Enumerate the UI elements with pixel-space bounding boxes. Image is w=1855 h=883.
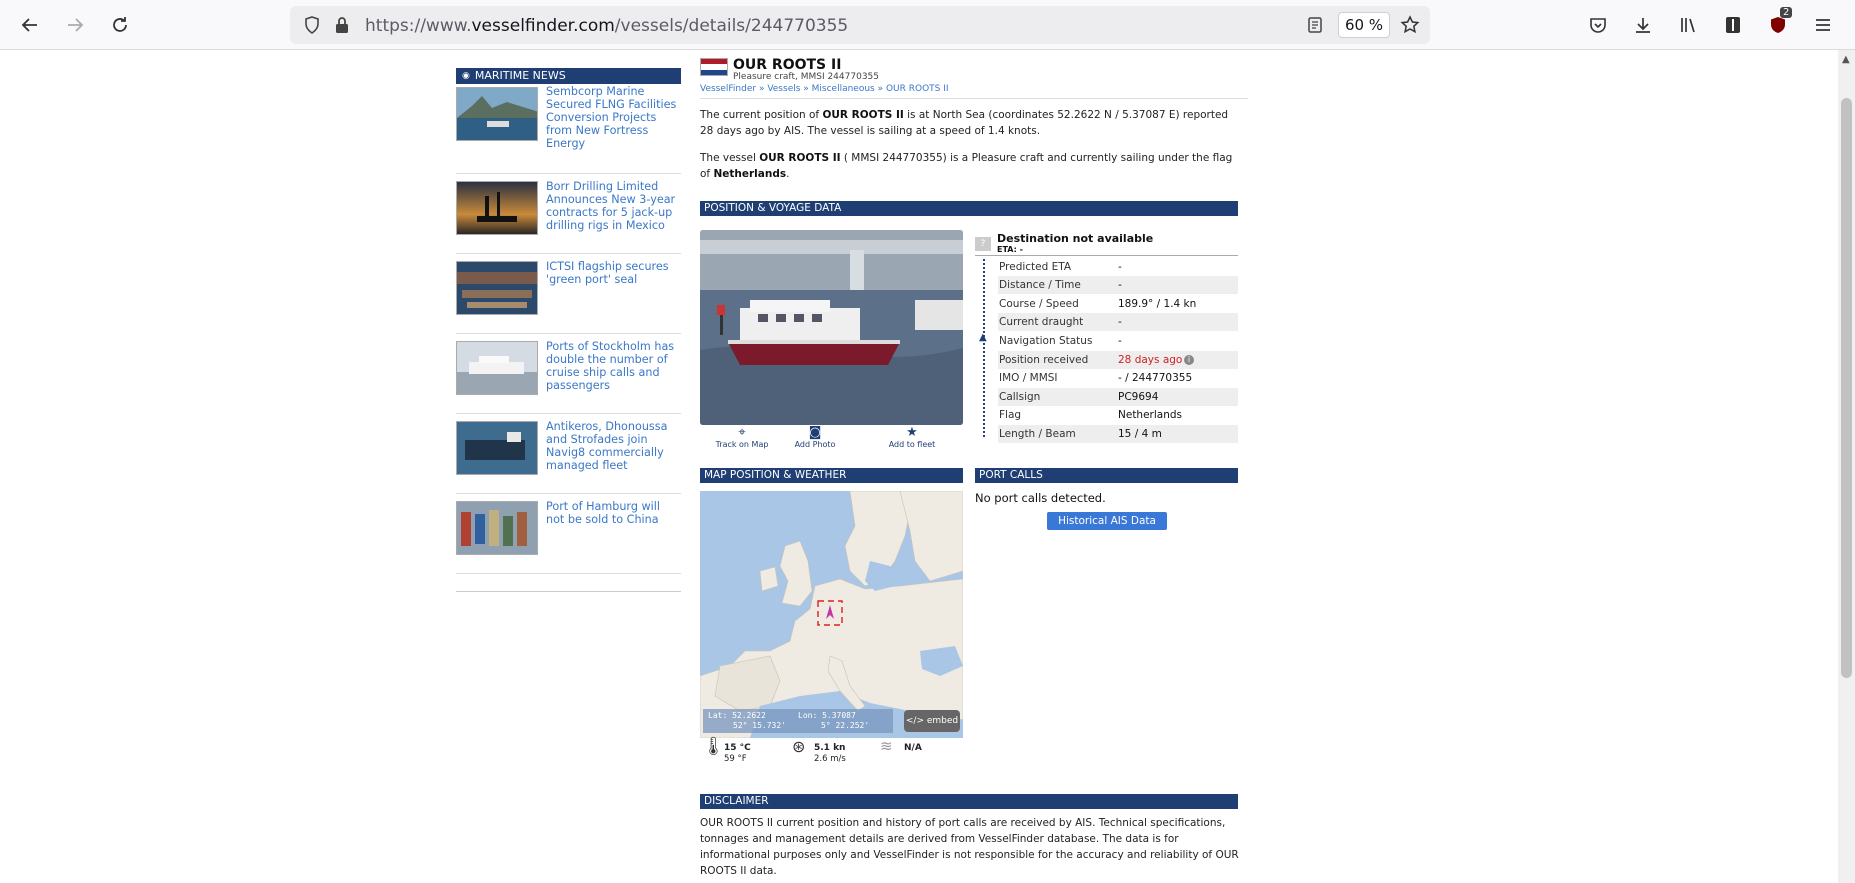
row-navigation-status: Navigation Status - xyxy=(999,335,1122,347)
row-length-beam: Length / Beam 15 / 4 m xyxy=(998,425,1238,443)
info-icon[interactable]: i xyxy=(1184,355,1194,365)
port-calls-text: No port calls detected. xyxy=(975,491,1106,505)
historical-ais-data-button[interactable]: Historical AIS Data xyxy=(1047,512,1167,530)
row-position-received: Position received 28 days ago i xyxy=(998,351,1238,369)
reader-view-icon[interactable] xyxy=(1305,15,1325,35)
news-sidebar: ◉ MARITIME NEWS Sembcorp Marine Secured … xyxy=(456,68,681,592)
row-flag: Flag Netherlands xyxy=(999,409,1183,421)
menu-icon[interactable] xyxy=(1807,9,1839,41)
zoom-level-badge[interactable]: 60 % xyxy=(1338,12,1390,38)
scroll-up-icon[interactable]: ▲ xyxy=(1842,54,1850,65)
disclaimer-header: DISCLAIMER xyxy=(700,794,1238,809)
library-icon[interactable] xyxy=(1672,9,1704,41)
destination-title: Destination not available xyxy=(997,232,1154,245)
news-title[interactable]: Antikeros, Dhonoussa and Strofades join … xyxy=(546,420,681,472)
scroll-thumb[interactable] xyxy=(1841,98,1852,678)
reload-icon[interactable] xyxy=(104,9,136,41)
news-thumbnail[interactable] xyxy=(456,261,538,315)
bitwarden-icon[interactable] xyxy=(1717,9,1749,41)
news-thumbnail[interactable] xyxy=(456,181,538,235)
news-title[interactable]: Ports of Stockholm has double the number… xyxy=(546,340,681,392)
breadcrumb[interactable]: VesselFinder » Vessels » Miscellaneous »… xyxy=(700,84,949,94)
url-text[interactable]: https://www.vesselfinder.com/vessels/det… xyxy=(365,16,848,36)
vessel-summary: The vessel OUR ROOTS II ( MMSI 244770355… xyxy=(700,152,1233,180)
divider xyxy=(975,255,1238,256)
map-pin-icon: ⌖ xyxy=(738,425,746,440)
news-title[interactable]: Borr Drilling Limited Announces New 3-ye… xyxy=(546,180,681,232)
pocket-icon[interactable] xyxy=(1582,9,1614,41)
embed-button[interactable]: </> embed xyxy=(904,710,960,732)
news-thumbnail[interactable] xyxy=(456,341,538,395)
sidebar-divider xyxy=(456,574,681,592)
vessel-name: OUR ROOTS II xyxy=(733,57,842,73)
waves-icon: ≋ xyxy=(880,737,893,755)
row-imo-mmsi: IMO / MMSI - / 244770355 xyxy=(999,372,1193,384)
voyage-track-line xyxy=(983,259,985,437)
unknown-destination-icon: ? xyxy=(975,237,991,251)
port-calls-header: PORT CALLS xyxy=(975,468,1238,483)
star-icon: ★ xyxy=(906,425,918,440)
vessel-subtitle: Pleasure craft, MMSI 244770355 xyxy=(733,72,879,82)
row-course-speed: Course / Speed 189.9° / 1.4 kn xyxy=(999,298,1197,310)
news-title[interactable]: Sembcorp Marine Secured FLNG Facilities … xyxy=(546,85,681,150)
url-bar[interactable]: https://www.vesselfinder.com/vessels/det… xyxy=(290,6,1430,44)
row-distance-time: Distance / Time - xyxy=(998,276,1238,294)
back-icon[interactable] xyxy=(14,9,46,41)
ublock-icon[interactable]: 2 xyxy=(1762,7,1794,41)
news-item[interactable]: Sembcorp Marine Secured FLNG Facilities … xyxy=(456,84,681,174)
destination-eta: ETA: - xyxy=(997,245,1023,254)
news-item[interactable]: ICTSI flagship secures 'green port' seal xyxy=(456,254,681,334)
forward-icon[interactable] xyxy=(59,9,91,41)
add-photo-button[interactable]: ◙ Add Photo xyxy=(785,425,845,450)
position-summary: The current position of OUR ROOTS II is … xyxy=(700,109,1229,137)
page-content: ◉ MARITIME NEWS Sembcorp Marine Secured … xyxy=(0,51,1838,883)
map-weather-header: MAP POSITION & WEATHER xyxy=(700,468,963,483)
vessel-photo[interactable] xyxy=(700,230,963,425)
voyage-arrow-icon: ▲ xyxy=(979,332,987,343)
camera-icon: ◙ xyxy=(808,425,822,440)
news-title[interactable]: ICTSI flagship secures 'green port' seal xyxy=(546,260,681,286)
news-thumbnail[interactable] xyxy=(456,501,538,555)
ublock-badge: 2 xyxy=(1780,7,1793,18)
row-predicted-eta: Predicted ETA - xyxy=(999,261,1122,273)
news-item[interactable]: Antikeros, Dhonoussa and Strofades join … xyxy=(456,414,681,494)
track-on-map-button[interactable]: ⌖ Track on Map xyxy=(712,425,772,450)
downloads-icon[interactable] xyxy=(1627,9,1659,41)
browser-toolbar: https://www.vesselfinder.com/vessels/det… xyxy=(0,0,1855,50)
coordinates-readout: Lat: 52.2622 52° 15.732' Lon: 5.37087 5°… xyxy=(703,709,893,733)
divider xyxy=(700,98,1248,99)
lock-icon[interactable] xyxy=(332,15,352,35)
news-header: ◉ MARITIME NEWS xyxy=(456,68,681,84)
shield-icon[interactable] xyxy=(302,15,322,35)
disclaimer-text: OUR ROOTS II current position and histor… xyxy=(700,817,1239,877)
rss-icon: ◉ xyxy=(462,71,470,81)
news-thumbnail[interactable] xyxy=(456,421,538,475)
row-callsign: Callsign PC9694 xyxy=(998,388,1238,406)
news-item[interactable]: Borr Drilling Limited Announces New 3-ye… xyxy=(456,174,681,254)
news-thumbnail[interactable] xyxy=(456,87,538,141)
compass-icon: ⊛ xyxy=(792,737,806,756)
page-scrollbar[interactable]: ▲ xyxy=(1838,50,1855,883)
news-title[interactable]: Port of Hamburg will not be sold to Chin… xyxy=(546,500,681,526)
news-item[interactable]: Port of Hamburg will not be sold to Chin… xyxy=(456,494,681,574)
thermometer-icon: 🌡 xyxy=(702,736,725,757)
bookmark-star-icon[interactable] xyxy=(1400,15,1420,35)
row-current-draught: Current draught - xyxy=(998,313,1238,331)
add-to-fleet-button[interactable]: ★ Add to fleet xyxy=(882,425,942,450)
position-map[interactable]: Lat: 52.2622 52° 15.732' Lon: 5.37087 5°… xyxy=(700,491,963,738)
position-voyage-header: POSITION & VOYAGE DATA xyxy=(700,201,1238,216)
news-item[interactable]: Ports of Stockholm has double the number… xyxy=(456,334,681,414)
flag-netherlands xyxy=(700,58,728,76)
